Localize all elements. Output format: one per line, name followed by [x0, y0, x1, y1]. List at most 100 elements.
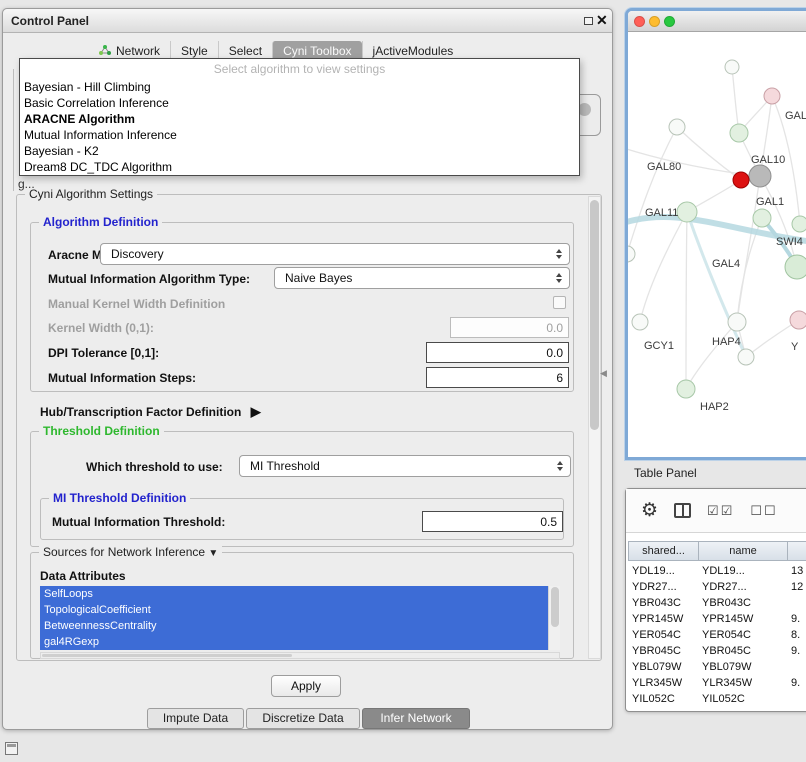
network-node[interactable] [730, 124, 748, 142]
menu-item-mutual-information[interactable]: Mutual Information Inference [20, 127, 579, 143]
network-edge[interactable] [628, 127, 677, 254]
collapse-down-icon[interactable]: ▼ [208, 548, 218, 559]
column-header-name[interactable]: name [698, 541, 788, 561]
data-attributes-list: SelfLoops TopologicalCoefficient Between… [40, 586, 560, 650]
list-item[interactable]: gal4RGexp [40, 634, 548, 650]
column-header-partial[interactable] [787, 541, 806, 561]
dpi-tolerance-field[interactable] [426, 342, 569, 363]
network-edge[interactable] [732, 67, 739, 133]
network-node[interactable] [733, 172, 749, 188]
chevron-updown-icon [556, 249, 562, 259]
hub-definition-expander[interactable]: Hub/Transcription Factor Definition ▶ [40, 404, 261, 420]
table-row[interactable]: YBR045C YBR045C 9. [628, 643, 806, 659]
table-row[interactable]: YDR27... YDR27... 12 [628, 579, 806, 595]
network-edge[interactable] [686, 212, 687, 389]
list-hscrollbar-track[interactable] [40, 652, 560, 659]
network-node-label: GAL11 [645, 207, 678, 219]
tab-infer-network[interactable]: Infer Network [362, 708, 470, 729]
network-node[interactable] [677, 202, 697, 222]
table-row[interactable]: YPR145W YPR145W 9. [628, 611, 806, 627]
column-header-shared-name[interactable]: shared... [628, 541, 699, 561]
minimized-panel-icon[interactable] [5, 742, 18, 755]
manual-kernel-label: Manual Kernel Width Definition [48, 297, 225, 311]
manual-kernel-checkbox [553, 296, 566, 309]
table-row[interactable]: YDL19... YDL19... 13 [628, 563, 806, 579]
list-hscrollbar-thumb[interactable] [42, 654, 292, 657]
sources-title[interactable]: Sources for Network Inference ▼ [39, 545, 222, 559]
table-row[interactable]: YIL052C YIL052C [628, 691, 806, 707]
tab-impute-data[interactable]: Impute Data [147, 708, 244, 729]
network-node-label: GAL80 [647, 161, 681, 173]
settings-scrollbar-thumb[interactable] [590, 200, 599, 430]
menu-item-bayesian-hill-climbing[interactable]: Bayesian - Hill Climbing [20, 79, 579, 95]
network-node[interactable] [749, 165, 771, 187]
network-node[interactable] [677, 380, 695, 398]
which-threshold-select[interactable]: MI Threshold [239, 455, 571, 477]
network-node-label: GAL10 [751, 154, 785, 166]
network-node-label: HAP4 [712, 336, 741, 348]
data-attributes-label: Data Attributes [40, 569, 126, 583]
close-traffic-light[interactable] [634, 16, 645, 27]
table-row[interactable]: YBR043C YBR043C [628, 595, 806, 611]
aracne-mode-select[interactable]: Discovery [100, 243, 570, 265]
float-window-icon[interactable] [584, 17, 593, 25]
mi-threshold-field[interactable] [422, 511, 563, 532]
minimize-traffic-light[interactable] [649, 16, 660, 27]
expand-right-icon[interactable]: ▶ [251, 404, 261, 419]
gear-icon[interactable]: ⚙ [641, 501, 658, 520]
network-node-label: HAP2 [700, 401, 729, 413]
menu-item-bayesian-k2[interactable]: Bayesian - K2 [20, 143, 579, 159]
network-view-window: GAL80 GAL10 GAL11 GAL1 SWI4 GAL4 GCY1 HA… [625, 8, 806, 460]
select-all-icon[interactable]: ☑☑ [707, 503, 734, 519]
tab-discretize-data[interactable]: Discretize Data [246, 708, 360, 729]
menu-item-basic-correlation[interactable]: Basic Correlation Inference [20, 95, 579, 111]
network-node[interactable] [632, 314, 648, 330]
window-title: Control Panel [11, 14, 89, 28]
network-node[interactable] [753, 209, 771, 227]
algorithm-definition-title: Algorithm Definition [39, 215, 162, 229]
list-scrollbar-track[interactable] [548, 586, 560, 650]
network-canvas[interactable]: GAL80 GAL10 GAL11 GAL1 SWI4 GAL4 GCY1 HA… [628, 32, 806, 457]
threshold-definition-title: Threshold Definition [39, 424, 164, 438]
network-node[interactable] [790, 311, 806, 329]
list-item[interactable]: BetweennessCentrality [40, 618, 548, 634]
close-icon[interactable]: ✕ [596, 12, 608, 29]
network-node[interactable] [764, 88, 780, 104]
network-edge[interactable] [640, 212, 687, 322]
menu-item-dream8[interactable]: Dream8 DC_TDC Algorithm [20, 159, 579, 175]
network-node[interactable] [728, 313, 746, 331]
network-node-label: Y [791, 341, 799, 353]
control-panel-window: Control Panel ✕ Network Style Select Cyn… [2, 8, 613, 730]
list-scrollbar-thumb[interactable] [551, 587, 559, 627]
list-item[interactable]: TopologicalCoefficient [40, 602, 548, 618]
table-row[interactable]: YLR345W YLR345W 9. [628, 675, 806, 691]
network-graph: GAL80 GAL10 GAL11 GAL1 SWI4 GAL4 GCY1 HA… [628, 32, 806, 457]
group-border-fragment [13, 69, 14, 191]
splitter-collapse-icon[interactable]: ◀ [600, 368, 607, 379]
network-node[interactable] [669, 119, 685, 135]
menu-item-aracne[interactable]: ARACNE Algorithm [20, 111, 579, 127]
control-panel-titlebar: Control Panel [3, 9, 612, 33]
zoom-traffic-light[interactable] [664, 16, 675, 27]
mi-steps-field[interactable] [426, 367, 569, 388]
network-node-label: SWI4 [776, 236, 803, 248]
apply-button[interactable]: Apply [271, 675, 341, 697]
table-row[interactable]: YER054C YER054C 8. [628, 627, 806, 643]
network-node[interactable] [792, 216, 806, 232]
network-node[interactable] [785, 255, 806, 279]
network-node[interactable] [738, 349, 754, 365]
deselect-all-icon[interactable]: ☐☐ [750, 503, 777, 519]
network-tab-icon [99, 44, 111, 59]
columns-icon[interactable] [674, 503, 691, 518]
mi-threshold-label: Mutual Information Threshold: [52, 515, 225, 529]
network-node[interactable] [628, 246, 635, 262]
chevron-updown-icon [557, 461, 563, 471]
list-item[interactable]: SelfLoops [40, 586, 548, 602]
algorithm-dropdown-popup: Select algorithm to view settings Bayesi… [19, 58, 580, 176]
network-node-label: GAL1 [756, 196, 784, 208]
network-edge[interactable] [686, 322, 737, 389]
network-node[interactable] [725, 60, 739, 74]
mi-type-select[interactable]: Naive Bayes [274, 267, 570, 289]
table-row[interactable]: YBL079W YBL079W [628, 659, 806, 675]
which-threshold-label: Which threshold to use: [86, 460, 223, 474]
